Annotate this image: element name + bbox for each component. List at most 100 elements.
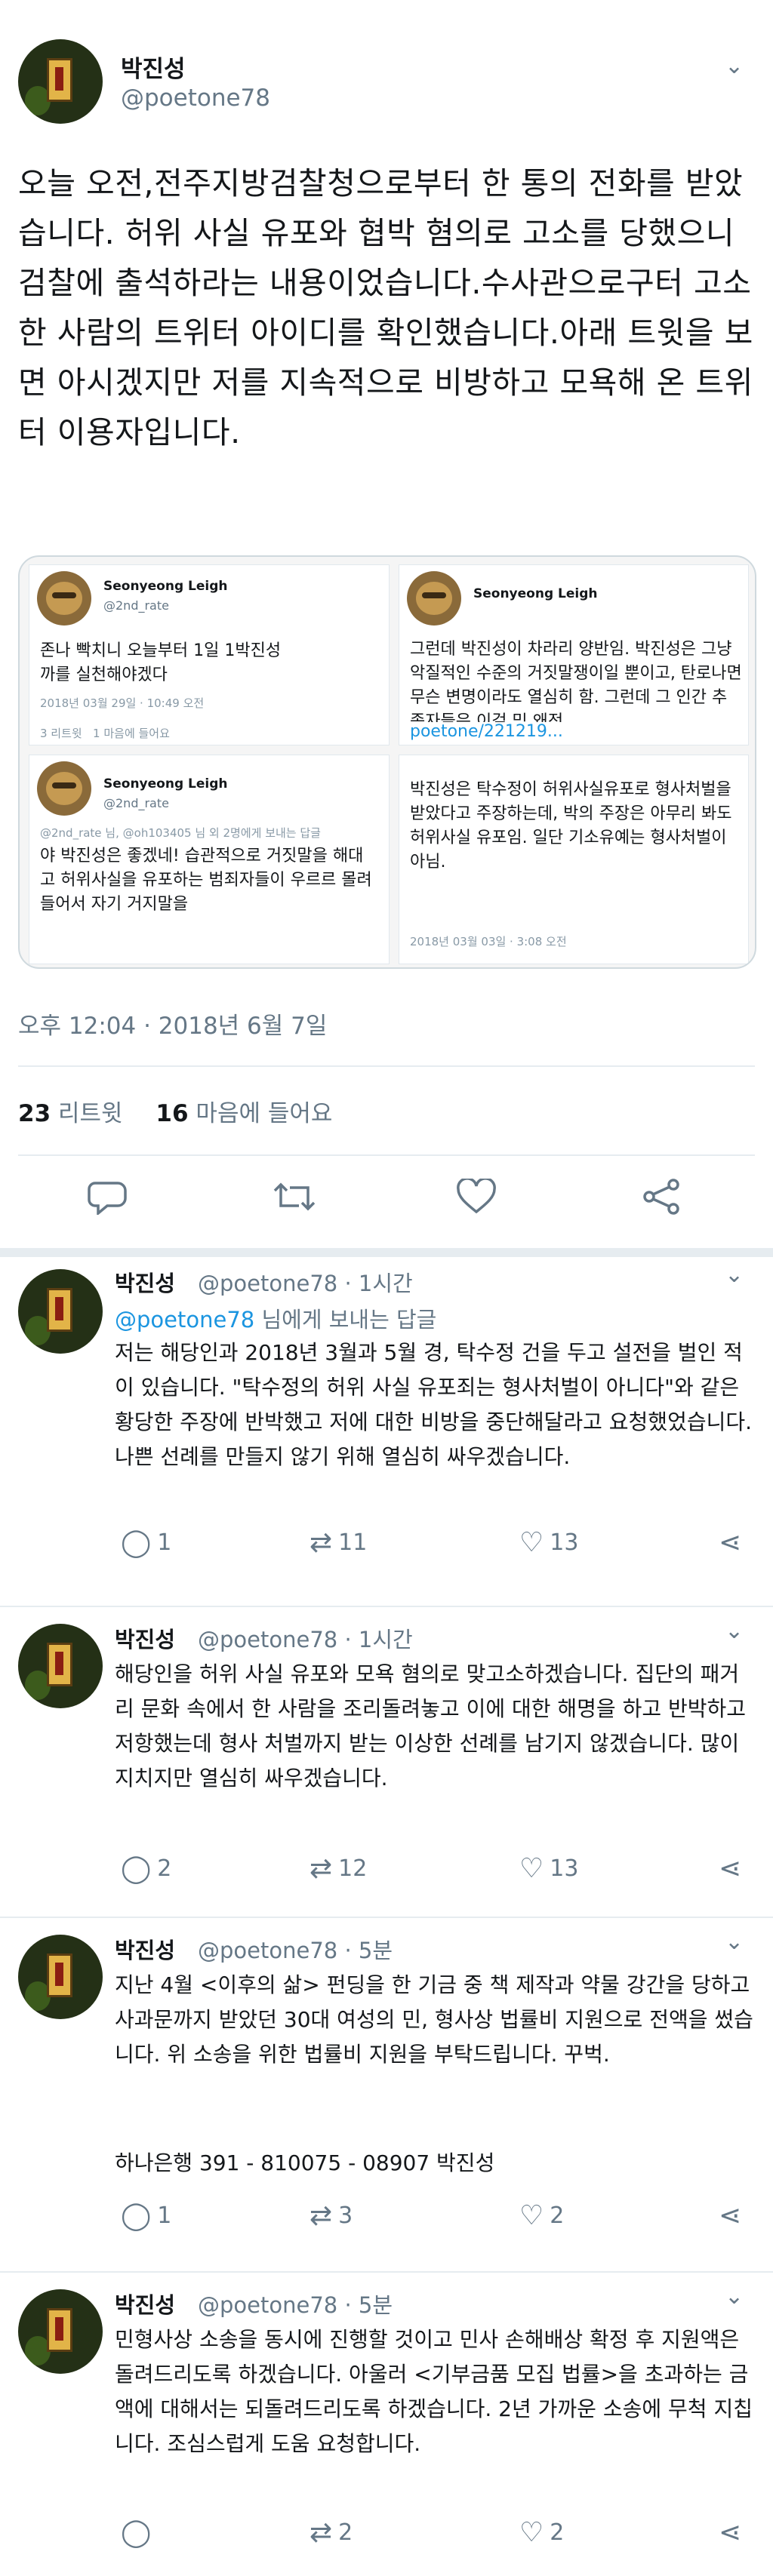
reply-tweet[interactable]: 박진성 @poetone78 · 1시간 ⌄ @poetone78 님에게 보내… — [0, 1257, 773, 1604]
attached-image[interactable]: Seonyeong Leigh @2nd_rate 존나 빡치니 오늘부터 1일… — [18, 555, 756, 969]
reply-actions: ◯ ⇄ 2 ♡ 2 ⋖ — [115, 2517, 749, 2550]
embedded-author-name: Seonyeong Leigh — [103, 776, 228, 792]
heart-icon: ♡ — [519, 1527, 544, 1558]
heart-icon: ♡ — [519, 2200, 544, 2231]
embedded-avatar — [407, 571, 461, 626]
embedded-tweet-top-right: Seonyeong Leigh 그런데 박진성이 차라리 양반임. 박진성은 그… — [399, 564, 749, 745]
share-button[interactable]: ⋖ — [719, 1853, 741, 1884]
bank-account-text: 하나은행 391 - 810075 - 08907 박진성 — [115, 2150, 495, 2175]
reply-handle-text: @poetone78 — [198, 1627, 338, 1652]
embedded-avatar — [37, 571, 91, 626]
reply-icon: ◯ — [121, 2517, 152, 2548]
retweet-stat[interactable]: 23 리트윗 — [18, 1100, 123, 1127]
author-avatar[interactable] — [18, 1935, 103, 2019]
retweet-count: 2 — [338, 2519, 353, 2546]
reply-text: 민형사상 소송을 동시에 진행할 것이고 민사 손해배상 확정 후 지원액은 돌… — [115, 2327, 753, 2456]
like-button[interactable]: ♡ 2 — [519, 2200, 564, 2231]
reply-author-handle[interactable]: @poetone78 · 5분 — [198, 2288, 393, 2319]
tweet-text: 오늘 오전,전주지방검찰청으로부터 한 통의 전화를 받았습니다. 허위 사실 … — [18, 165, 753, 450]
retweet-button[interactable]: ⇄ 3 — [310, 2200, 353, 2231]
share-button[interactable]: ⋖ — [719, 2517, 741, 2548]
embedded-likes-text: 1 마음에 들어요 — [93, 727, 170, 740]
embedded-text: 존나 빡치니 오늘부터 1일 1박진성까를 실천해야겠다 — [40, 641, 282, 684]
chevron-down-icon[interactable]: ⌄ — [725, 53, 744, 79]
reply-author-handle[interactable]: @poetone78 · 5분 — [198, 1933, 393, 1965]
share-button[interactable]: ⋖ — [719, 1527, 741, 1558]
reply-text: 저는 해당인과 2018년 3월과 5월 경, 탁수정 건을 두고 설전을 벌인… — [115, 1340, 753, 1469]
author-avatar[interactable] — [18, 1269, 103, 1354]
reply-button[interactable]: ◯ — [121, 2517, 157, 2548]
retweet-icon: ⇄ — [310, 1527, 333, 1558]
embedded-text: 그런데 박진성이 차라리 양반임. 박진성은 그냥 악질적인 수준의 거짓말쟁이… — [410, 640, 742, 722]
avatar-door — [47, 1953, 72, 1997]
embedded-author-handle: @2nd_rate — [103, 796, 169, 810]
divider — [0, 2271, 773, 2273]
author-avatar[interactable] — [18, 2289, 103, 2374]
like-stat[interactable]: 16 마음에 들어요 — [156, 1100, 332, 1127]
reply-text: 지난 4월 <이후의 삶> 펀딩을 한 기금 중 책 제작과 약물 강간을 당하… — [115, 1972, 753, 2067]
embedded-retweets: 3 리트윗 1 마음에 들어요 — [40, 725, 170, 741]
reply-to-handle[interactable]: @poetone78 — [115, 1307, 254, 1333]
reply-actions: ◯ 1 ⇄ 3 ♡ 2 ⋖ — [115, 2200, 749, 2233]
reply-tweet[interactable]: 박진성 @poetone78 · 5분 ⌄ 민형사상 소송을 동시에 진행할 것… — [0, 2279, 773, 2576]
reply-author-name[interactable]: 박진성 — [115, 1933, 175, 1965]
retweet-count: 12 — [338, 1855, 368, 1882]
embedded-retweets-text: 3 리트윗 — [40, 727, 82, 740]
share-button[interactable]: ⋖ — [719, 2200, 741, 2231]
embedded-link: poetone/221219... — [410, 722, 563, 741]
retweet-icon: ⇄ — [310, 2517, 333, 2548]
embedded-reply-to: @2nd_rate 님, @oh103405 님 외 2명에게 보내는 답글 — [40, 826, 321, 840]
author-handle[interactable]: @poetone78 — [121, 85, 270, 112]
embedded-author-name: Seonyeong Leigh — [473, 586, 598, 601]
author-avatar[interactable] — [18, 39, 103, 124]
reply-button[interactable]: ◯ 2 — [121, 1853, 171, 1884]
retweet-button[interactable]: ⇄ 12 — [310, 1853, 367, 1884]
embedded-meta: 2018년 03월 03일 · 3:08 오전 — [410, 935, 567, 948]
like-count: 13 — [550, 1855, 579, 1882]
reply-count: 1 — [157, 2203, 172, 2229]
chevron-down-icon[interactable]: ⌄ — [725, 1262, 744, 1288]
like-button[interactable]: ♡ 13 — [519, 1527, 578, 1558]
retweet-icon[interactable] — [272, 1179, 317, 1220]
heart-icon[interactable] — [456, 1177, 497, 1220]
reply-author-name[interactable]: 박진성 — [115, 1266, 175, 1298]
reply-handle-text: @poetone78 — [198, 2292, 338, 2318]
reply-button[interactable]: ◯ 1 — [121, 1527, 171, 1558]
retweet-count: 23 — [18, 1100, 51, 1127]
retweet-icon: ⇄ — [310, 2200, 333, 2231]
reply-tweet[interactable]: 박진성 @poetone78 · 1시간 ⌄ 해당인을 허위 사실 유포와 모욕… — [0, 1613, 773, 1915]
reply-author-name[interactable]: 박진성 — [115, 1622, 175, 1654]
reply-tweet[interactable]: 박진성 @poetone78 · 5분 ⌄ 지난 4월 <이후의 삶> 펀딩을 … — [0, 1924, 773, 2271]
author-name[interactable]: 박진성 — [121, 50, 186, 84]
reply-author-name[interactable]: 박진성 — [115, 2288, 175, 2319]
chevron-down-icon[interactable]: ⌄ — [725, 2283, 744, 2310]
reply-author-handle[interactable]: @poetone78 · 1시간 — [198, 1266, 413, 1298]
chevron-down-icon[interactable]: ⌄ — [725, 1929, 744, 1955]
reply-count: 1 — [157, 1529, 172, 1556]
like-button[interactable]: ♡ 2 — [519, 2517, 564, 2548]
embedded-text: 박진성은 탁수정이 허위사실유포로 형사처벌을 받았다고 주장하는데, 박의 주… — [410, 780, 732, 871]
reply-author-handle[interactable]: @poetone78 · 1시간 — [198, 1622, 413, 1654]
like-button[interactable]: ♡ 13 — [519, 1853, 578, 1884]
avatar-door — [47, 57, 72, 102]
retweet-button[interactable]: ⇄ 11 — [310, 1527, 367, 1558]
tweet-timestamp[interactable]: 오후 12:04 · 2018년 6월 7일 — [18, 1007, 327, 1041]
embedded-text: 야 박진성은 좋겠네! 습관적으로 거짓말을 해대고 허위사실을 유포하는 범죄… — [40, 847, 372, 914]
engagement-counts: 23 리트윗 16 마음에 들어요 — [18, 1094, 332, 1128]
reply-text: 해당인을 허위 사실 유포와 모욕 혐의로 맞고소하겠습니다. 집단의 패거리 … — [115, 1661, 747, 1791]
reply-icon[interactable] — [88, 1179, 127, 1220]
share-icon: ⋖ — [719, 1853, 742, 1884]
reply-icon: ◯ — [121, 1853, 152, 1884]
reply-icon: ◯ — [121, 1527, 152, 1558]
reply-button[interactable]: ◯ 1 — [121, 2200, 171, 2231]
reply-handle-text: @poetone78 — [198, 1938, 338, 1963]
share-icon[interactable] — [642, 1179, 682, 1220]
retweet-button[interactable]: ⇄ 2 — [310, 2517, 353, 2548]
share-icon: ⋖ — [719, 2200, 742, 2231]
retweet-label: 리트윗 — [58, 1100, 123, 1127]
reply-to-label: @poetone78 님에게 보내는 답글 — [115, 1302, 436, 1334]
chevron-down-icon[interactable]: ⌄ — [725, 1618, 744, 1644]
author-avatar[interactable] — [18, 1624, 103, 1708]
embedded-avatar — [37, 761, 91, 816]
embedded-author-name: Seonyeong Leigh — [103, 579, 228, 594]
